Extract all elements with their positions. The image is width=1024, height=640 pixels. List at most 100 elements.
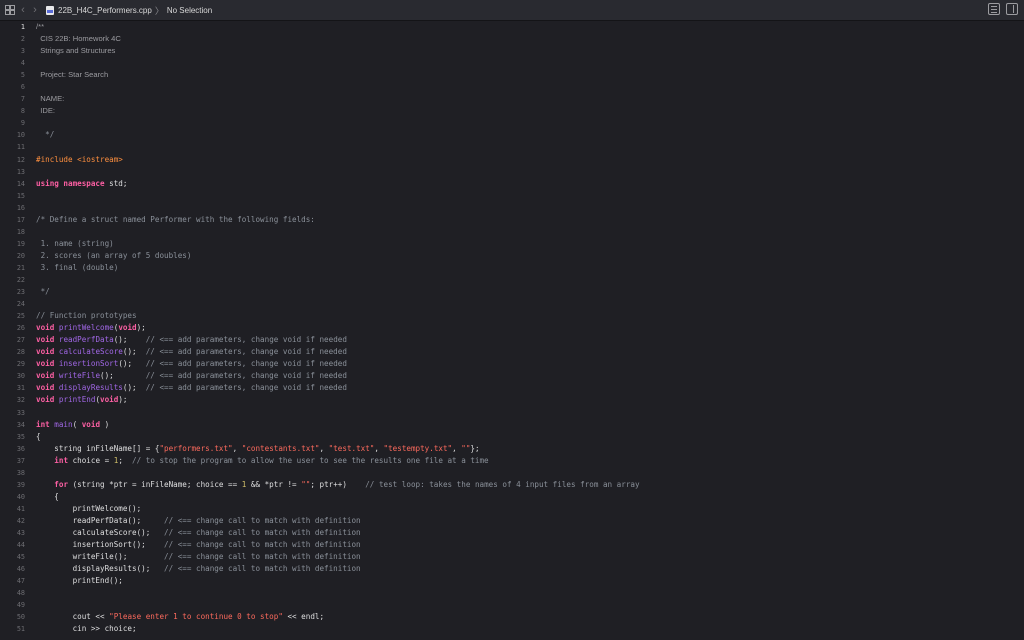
code-line[interactable]: 51 cin >> choice; [0,623,1024,635]
code-editor[interactable]: 1/** 2 CIS 22B: Homework 4C 3 Strings and … [0,21,1024,640]
code-token: writeFile(); [36,552,165,562]
code-text: printWelcome(); [36,503,142,515]
code-token: "performers.txt" [159,443,233,453]
code-line[interactable]: 36 string inFileName[] = {"performers.tx… [0,443,1024,455]
code-text: */ [36,286,50,298]
code-line[interactable]: 27 void readPerfData(); // <== add parame… [0,334,1024,346]
code-line[interactable]: 22 [0,274,1024,286]
code-line[interactable]: 44 insertionSort(); // <== change call t… [0,539,1024,551]
code-token: int [36,419,50,429]
code-line[interactable]: 38 [0,467,1024,479]
code-line[interactable]: 12 #include <iostream> [0,154,1024,166]
line-number: 40 [16,492,25,501]
code-token: , [232,443,242,453]
code-line[interactable]: 6 [0,81,1024,93]
code-line[interactable]: 14 using namespace std; [0,178,1024,190]
code-line[interactable]: 46 displayResults(); // <== change call … [0,563,1024,575]
chevron-left-icon[interactable]: ‹ [17,3,29,17]
code-line[interactable]: 8 IDE: [0,105,1024,117]
line-number: 24 [16,300,25,309]
code-line[interactable]: 17 /* Define a struct named Performer wit… [0,214,1024,226]
line-number: 50 [16,613,25,622]
code-token: , [452,443,462,453]
code-line[interactable]: 7 NAME: [0,93,1024,105]
code-line[interactable]: 34 int main( void ) [0,419,1024,431]
code-token: // to stop the program to allow the user… [132,455,489,465]
code-line[interactable]: 40 { [0,491,1024,503]
code-text: { [36,431,41,443]
code-line[interactable]: 1 /** [0,21,1024,33]
code-token: void [36,347,55,357]
code-text: insertionSort(); // <== change call to m… [36,539,361,551]
line-number: 28 [16,348,25,357]
code-token: (); [118,359,146,369]
code-line[interactable]: 45 writeFile(); // <== change call to ma… [0,551,1024,563]
code-token: 2. scores (an array of 5 doubles) [36,250,192,260]
code-token: insertionSort [54,359,119,369]
code-line[interactable]: 42 readPerfData(); // <== change call to… [0,515,1024,527]
code-token: (); [122,383,146,393]
code-line[interactable]: 5 Project: Star Search [0,69,1024,81]
code-line[interactable]: 15 [0,190,1024,202]
code-text: void printEnd(void); [36,394,127,406]
code-token: void [100,395,119,405]
code-text: 3. final (double) [36,262,119,274]
code-text: cin >> choice; [36,623,137,635]
code-line[interactable]: 23 */ [0,286,1024,298]
code-line[interactable]: 3 Strings and Structures [0,45,1024,57]
code-text: void readPerfData(); // <== add paramete… [36,334,347,346]
code-token: void [36,323,55,333]
code-line[interactable]: 20 2. scores (an array of 5 doubles) [0,250,1024,262]
grid-icon[interactable] [3,3,17,17]
code-line[interactable]: 47 printEnd(); [0,575,1024,587]
code-line[interactable]: 2 CIS 22B: Homework 4C [0,33,1024,45]
code-line[interactable]: 26 void printWelcome(void); [0,322,1024,334]
code-line[interactable]: 33 [0,407,1024,419]
line-number: 43 [16,528,25,537]
code-line[interactable]: 11 [0,141,1024,153]
code-token: { [36,491,59,501]
code-line[interactable]: 49 [0,599,1024,611]
code-line[interactable]: 30 void writeFile(); // <== add parameter… [0,370,1024,382]
line-number: 31 [16,384,25,393]
code-line[interactable]: 32 void printEnd(void); [0,394,1024,406]
code-token: using namespace [36,178,105,188]
breadcrumb-selection[interactable]: No Selection [167,6,212,15]
code-line[interactable]: 43 calculateScore(); // <== change call … [0,527,1024,539]
add-editor-split-icon[interactable] [1006,3,1018,15]
code-text: IDE: [36,105,55,117]
code-line[interactable]: 21 3. final (double) [0,262,1024,274]
code-line[interactable]: 25 // Function prototypes [0,310,1024,322]
code-line[interactable]: 28 void calculateScore(); // <== add para… [0,346,1024,358]
code-token: // <== change call to match with definit… [164,527,361,537]
code-line[interactable]: 13 [0,166,1024,178]
code-line[interactable]: 19 1. name (string) [0,238,1024,250]
code-line[interactable]: 16 [0,202,1024,214]
code-line[interactable]: 24 [0,298,1024,310]
editor-jump-bar: ‹ › 22B_H4C_Performers.cpp 〉 No Selectio… [0,0,1024,21]
breadcrumb-file-name[interactable]: 22B_H4C_Performers.cpp [58,6,152,15]
code-token: displayResults(); [36,564,165,574]
code-token: printEnd [54,395,96,405]
code-text: */ [36,129,54,141]
code-line[interactable]: 50 cout << "Please enter 1 to continue 0… [0,611,1024,623]
code-line[interactable]: 4 [0,57,1024,69]
code-line[interactable]: 29 void insertionSort(); // <== add param… [0,358,1024,370]
code-token: insertionSort(); [36,540,165,550]
code-token: void [118,323,137,333]
code-line[interactable]: 35 { [0,431,1024,443]
chevron-right-icon[interactable]: › [29,3,41,17]
code-text: void calculateScore(); // <== add parame… [36,346,347,358]
code-line[interactable]: 18 [0,226,1024,238]
code-line[interactable]: 37 int choice = 1; // to stop the progra… [0,455,1024,467]
code-line[interactable]: 48 [0,587,1024,599]
code-line[interactable]: 31 void displayResults(); // <== add para… [0,382,1024,394]
code-token: readPerfData [54,335,114,345]
line-number: 8 [20,107,25,116]
adjust-editor-options-icon[interactable] [988,3,1000,15]
code-line[interactable]: 41 printWelcome(); [0,503,1024,515]
line-number: 44 [16,541,25,550]
code-line[interactable]: 39 for (string *ptr = inFileName; choice… [0,479,1024,491]
code-line[interactable]: 10 */ [0,129,1024,141]
code-line[interactable]: 9 [0,117,1024,129]
